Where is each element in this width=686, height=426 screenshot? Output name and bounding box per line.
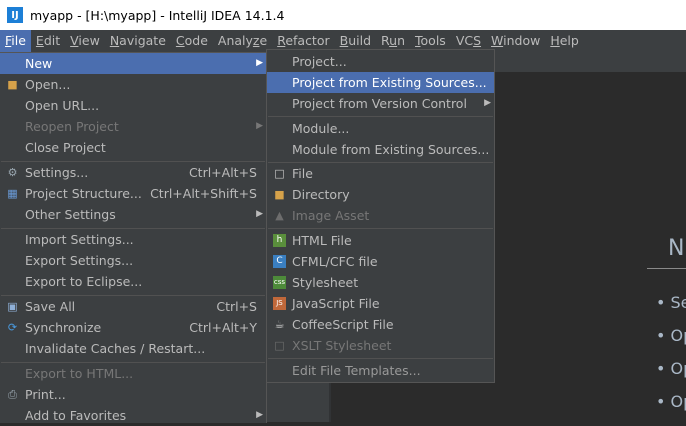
welcome-bullet: • Op	[656, 359, 686, 378]
folder-icon: ■	[7, 78, 18, 91]
menubar-item[interactable]: Analyze	[213, 30, 272, 52]
menu-item-cfml-file[interactable]: C CFML/CFC file	[267, 251, 494, 272]
menubar-item[interactable]: Navigate	[105, 30, 171, 52]
menu-item-import-settings[interactable]: Import Settings...	[0, 229, 266, 250]
menu-item-export-eclipse[interactable]: Export to Eclipse...	[0, 271, 266, 292]
menu-item-invalidate-caches[interactable]: Invalidate Caches / Restart...	[0, 338, 266, 359]
menu-item-project-existing-sources[interactable]: Project from Existing Sources...	[267, 72, 494, 93]
menubar-item[interactable]: File	[0, 30, 31, 52]
menu-item-new-module[interactable]: Module...	[267, 118, 494, 139]
android-icon: ▲	[275, 209, 284, 222]
print-icon: ⎙	[8, 388, 17, 401]
submenu-arrow-icon: ▶	[256, 58, 263, 68]
menu-item-javascript-file[interactable]: JS JavaScript File	[267, 293, 494, 314]
menu-separator	[268, 358, 493, 359]
welcome-bullet: • Op	[656, 392, 686, 411]
menu-item-print[interactable]: ⎙ Print...	[0, 384, 266, 405]
submenu-arrow-icon: ▶	[484, 98, 491, 108]
menu-item-coffeescript-file[interactable]: ☕ CoffeeScript File	[267, 314, 494, 335]
menu-item-open[interactable]: ■ Open...	[0, 74, 266, 95]
cfml-icon: C	[273, 255, 286, 268]
menubar-item[interactable]: Edit	[31, 30, 65, 52]
menu-item-new-file[interactable]: □ File	[267, 163, 494, 184]
menu-item-html-file[interactable]: h HTML File	[267, 230, 494, 251]
xslt-icon: □	[274, 339, 285, 352]
menu-separator	[268, 116, 493, 117]
window-title: myapp - [H:\myapp] - IntelliJ IDEA 14.1.…	[30, 7, 285, 23]
css-icon: css	[273, 276, 286, 289]
title-bar: IJ myapp - [H:\myapp] - IntelliJ IDEA 14…	[0, 0, 686, 30]
file-icon: □	[274, 167, 285, 180]
wrench-icon: ⚙	[7, 166, 18, 179]
menu-item-new-project[interactable]: Project...	[267, 51, 494, 72]
menu-item-reopen-project[interactable]: Reopen Project ▶	[0, 116, 266, 137]
sync-icon: ⟳	[7, 321, 18, 334]
menu-item-edit-file-templates[interactable]: Edit File Templates...	[267, 360, 494, 381]
intellij-app-icon: IJ	[7, 7, 23, 23]
directory-icon: ■	[274, 188, 285, 201]
save-icon: ▣	[7, 300, 18, 313]
menubar-item[interactable]: Help	[545, 30, 584, 52]
javascript-icon: JS	[273, 297, 286, 310]
submenu-arrow-icon: ▶	[256, 121, 263, 131]
submenu-arrow-icon: ▶	[256, 410, 263, 420]
menu-item-close-project[interactable]: Close Project	[0, 137, 266, 158]
menu-item-new[interactable]: New ▶	[0, 53, 266, 74]
menu-item-module-existing-sources[interactable]: Module from Existing Sources...	[267, 139, 494, 160]
welcome-bullet: • Op	[656, 326, 686, 345]
menu-item-open-url[interactable]: Open URL...	[0, 95, 266, 116]
welcome-heading: N	[668, 236, 685, 261]
menu-separator	[268, 228, 493, 229]
menu-item-other-settings[interactable]: Other Settings ▶	[0, 204, 266, 225]
welcome-divider	[647, 268, 686, 269]
welcome-bullet: • Se	[656, 293, 686, 312]
menu-item-export-html[interactable]: Export to HTML...	[0, 363, 266, 384]
menu-item-export-settings[interactable]: Export Settings...	[0, 250, 266, 271]
menu-item-project-structure[interactable]: ▦ Project Structure... Ctrl+Alt+Shift+S	[0, 183, 266, 204]
project-structure-icon: ▦	[7, 187, 18, 200]
new-submenu: Project... Project from Existing Sources…	[266, 49, 495, 383]
menubar-item[interactable]: Code	[171, 30, 213, 52]
menu-item-new-directory[interactable]: ■ Directory	[267, 184, 494, 205]
file-menu: New ▶ ■ Open... Open URL... Reopen Proje…	[0, 52, 267, 423]
html-icon: h	[273, 234, 286, 247]
menu-item-synchronize[interactable]: ⟳ Synchronize Ctrl+Alt+Y	[0, 317, 266, 338]
menu-item-save-all[interactable]: ▣ Save All Ctrl+S	[0, 296, 266, 317]
menu-item-stylesheet[interactable]: css Stylesheet	[267, 272, 494, 293]
menu-item-xslt-stylesheet[interactable]: □ XSLT Stylesheet	[267, 335, 494, 356]
menu-item-settings[interactable]: ⚙ Settings... Ctrl+Alt+S	[0, 162, 266, 183]
submenu-arrow-icon: ▶	[256, 209, 263, 219]
menu-item-project-vcs[interactable]: Project from Version Control ▶	[267, 93, 494, 114]
menu-item-add-favorites[interactable]: Add to Favorites ▶	[0, 405, 266, 426]
coffeescript-icon: ☕	[274, 318, 285, 331]
menubar-item[interactable]: View	[65, 30, 105, 52]
menu-item-image-asset[interactable]: ▲ Image Asset	[267, 205, 494, 226]
